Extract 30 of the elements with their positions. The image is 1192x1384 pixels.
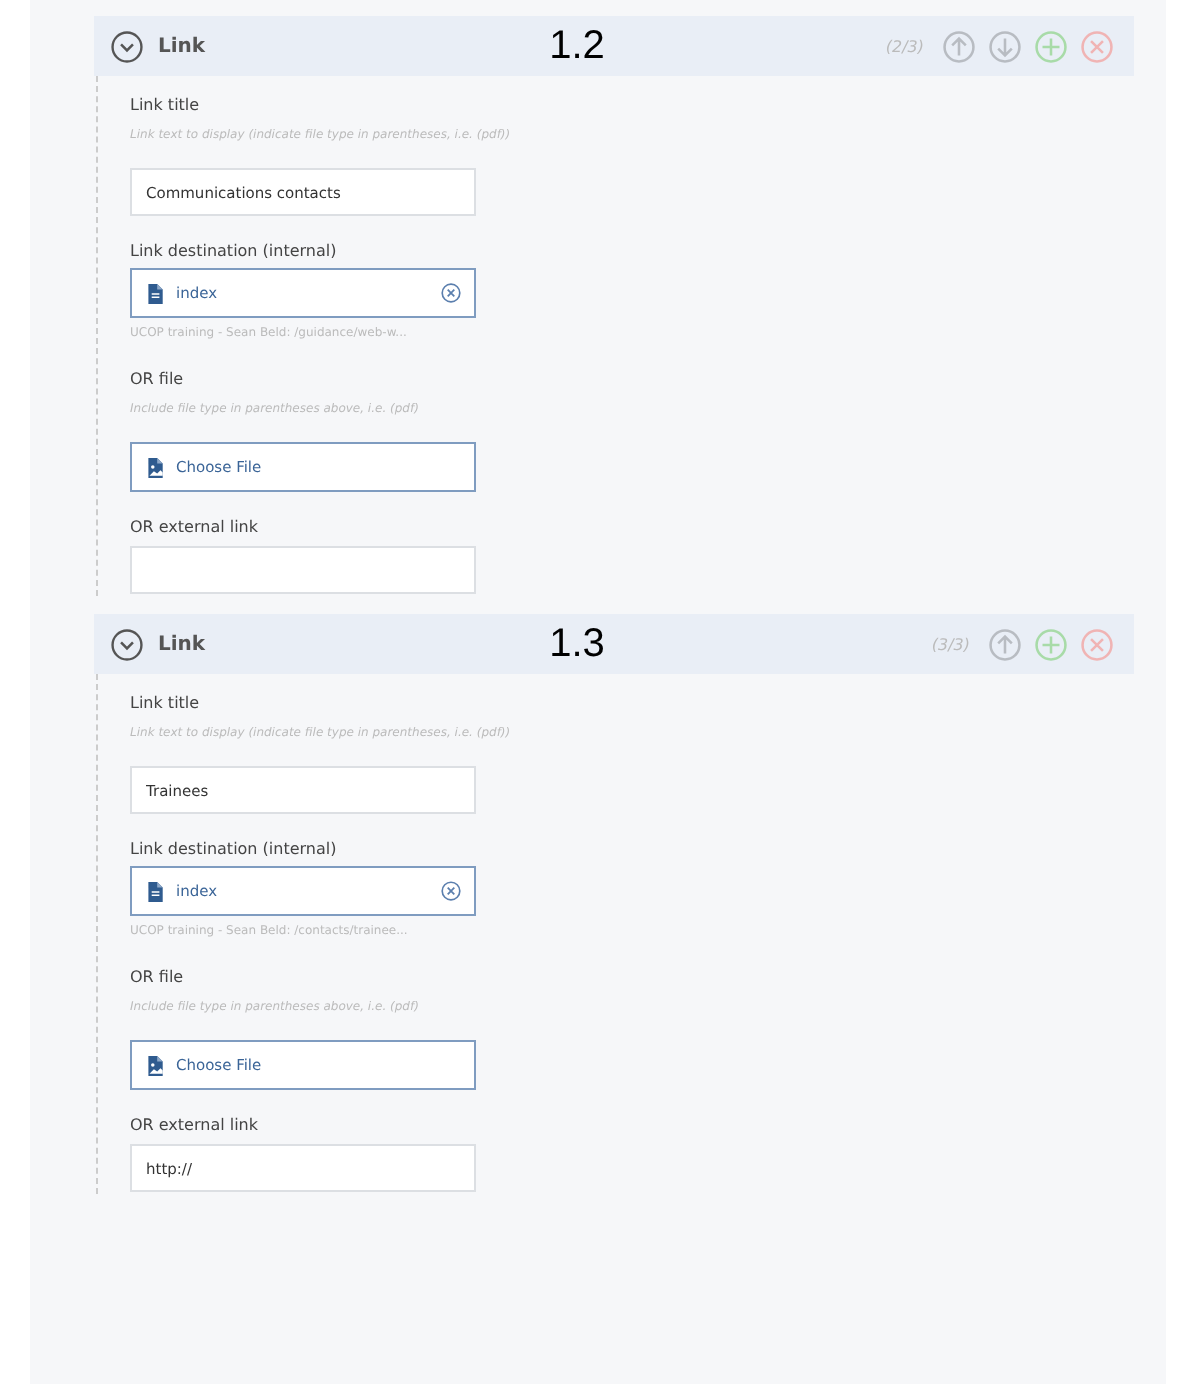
item-counter: (3/3) [931, 635, 970, 653]
field-label: OR external link [130, 1114, 261, 1138]
field-label: OR file [130, 966, 186, 990]
item-counter: (2/3) [885, 37, 924, 55]
clear-icon[interactable] [440, 880, 462, 902]
document-icon [144, 281, 166, 305]
move-down-icon[interactable] [988, 29, 1022, 63]
collapse-icon[interactable] [110, 627, 144, 661]
add-icon[interactable] [1034, 29, 1068, 63]
close-icon[interactable] [1080, 627, 1114, 661]
field-label: OR file [130, 368, 186, 392]
field-label: Link title [130, 94, 202, 118]
move-up-icon[interactable] [988, 627, 1022, 661]
add-icon[interactable] [1034, 627, 1068, 661]
annotation-label: 1.3 [549, 621, 605, 667]
image-file-icon [144, 1053, 166, 1077]
field-label: Link destination (internal) [130, 838, 339, 862]
move-up-icon[interactable] [942, 29, 976, 63]
field-label: OR external link [130, 516, 261, 540]
section-title: Link [158, 633, 206, 655]
field-label: Link destination (internal) [130, 240, 339, 264]
section-title: Link [158, 35, 206, 57]
image-file-icon [144, 455, 166, 479]
field-label: Link title [130, 692, 202, 716]
document-icon [144, 879, 166, 903]
annotation-label: 1.2 [549, 23, 605, 69]
input-field[interactable] [130, 546, 476, 594]
clear-icon[interactable] [440, 282, 462, 304]
collapse-icon[interactable] [110, 29, 144, 63]
close-icon[interactable] [1080, 29, 1114, 63]
